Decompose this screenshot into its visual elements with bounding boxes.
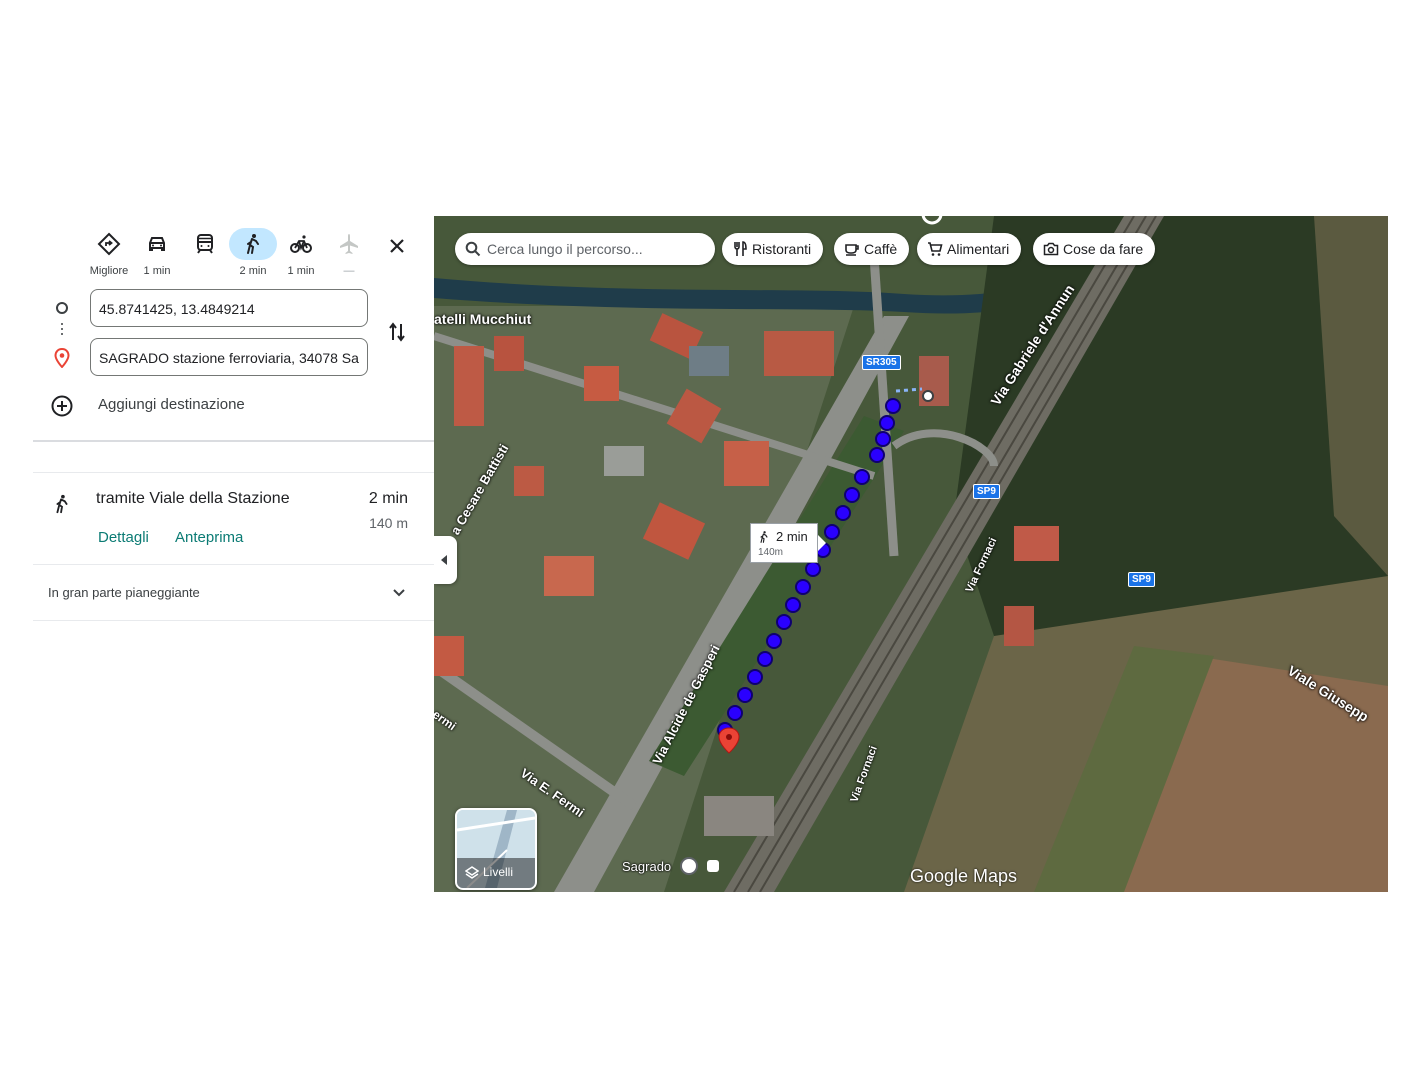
bike-icon [277,228,325,260]
bus-stop-icon[interactable] [707,860,719,872]
elevation-note: In gran parte pianeggiante [48,585,200,600]
road-shield-sr305: SR305 [862,355,901,370]
close-directions-button[interactable] [385,234,409,258]
layers-icon [465,866,479,879]
camera-icon [1043,242,1059,256]
chip-things-to-do[interactable]: Cose da fare [1033,233,1156,265]
collapse-panel-button[interactable] [434,536,457,584]
road-label: atelli Mucchiut [434,311,532,327]
mode-walk-label: 2 min [239,265,267,277]
divider [33,472,434,473]
swap-button[interactable] [385,320,409,344]
route-time: 2 min [368,490,408,507]
cart-icon [928,242,943,256]
close-icon [390,239,404,253]
chip-groceries[interactable]: Alimentari [917,233,1022,265]
chip-cafes[interactable]: Caffè [834,233,910,265]
mode-bike[interactable]: 1 min [277,228,325,288]
route-distance: 140 m [369,515,408,531]
route-title[interactable]: tramite Viale della Stazione [96,490,290,508]
chip-groceries-label: Alimentari [947,241,1010,257]
road-shield-sp9: SP9 [973,484,1000,499]
divider [33,564,434,565]
mode-walk[interactable]: 2 min [229,228,277,288]
chevron-down-icon[interactable] [391,584,407,605]
origin-circle-icon [56,302,68,314]
layers-button[interactable]: Livelli [455,808,537,890]
chip-restaurants-label: Ristoranti [752,241,812,257]
road-shield-sp9: SP9 [1128,572,1155,587]
route-info-bubble[interactable]: 2 min 140m [750,523,818,563]
section-divider [33,440,434,442]
vertical-dots-icon [60,323,64,338]
layers-label: Livelli [483,865,514,879]
diamond-direction-icon [85,228,133,260]
coffee-icon [845,244,859,256]
mode-best[interactable]: Migliore [85,228,133,288]
destination-pin-icon [53,347,71,373]
mode-best-label: Migliore [89,265,129,277]
station-label: Sagrado [622,859,672,874]
walk-icon [229,228,277,260]
car-icon [133,228,181,260]
bubble-distance: 140m [758,547,784,558]
train-station-icon[interactable] [680,857,698,875]
details-link[interactable]: Dettagli [98,529,149,546]
fork-knife-icon [734,241,747,256]
plane-icon [325,228,373,260]
directions-panel: Migliore 1 min 2 min 1 min — 45.8741425,… [33,216,434,892]
mode-car[interactable]: 1 min [133,228,181,288]
origin-marker[interactable] [922,390,934,402]
map-view[interactable]: Cerca lungo il percorso... Ristoranti Ca… [434,216,1388,892]
satellite-imagery [434,216,1388,892]
add-destination-icon[interactable] [50,394,74,423]
swap-icon [389,322,405,342]
walk-icon [760,531,768,543]
google-maps-logo: Google Maps [910,866,1018,886]
chevron-left-icon [441,555,447,565]
walk-icon [51,492,73,521]
search-along-route-input[interactable]: Cerca lungo il percorso... [455,233,715,265]
mode-bike-label: 1 min [287,265,315,277]
chip-cafes-label: Caffè [864,241,898,257]
travel-mode-bar: Migliore 1 min 2 min 1 min — [85,228,425,288]
mode-car-label: 1 min [143,265,171,277]
divider [33,620,434,621]
bubble-time: 2 min [776,529,808,544]
search-icon [465,241,481,257]
origin-input[interactable]: 45.8741425, 13.4849214 [90,289,368,327]
destination-input[interactable]: SAGRADO stazione ferroviaria, 34078 Sa [90,338,368,376]
chip-things-to-do-label: Cose da fare [1063,241,1144,257]
add-destination-label[interactable]: Aggiungi destinazione [98,396,245,413]
mode-flight-label: — [343,265,355,277]
mode-transit[interactable] [181,228,229,288]
train-icon [181,228,229,260]
preview-link[interactable]: Anteprima [175,529,243,546]
chip-restaurants[interactable]: Ristoranti [722,233,824,265]
mode-flight[interactable]: — [325,228,373,288]
